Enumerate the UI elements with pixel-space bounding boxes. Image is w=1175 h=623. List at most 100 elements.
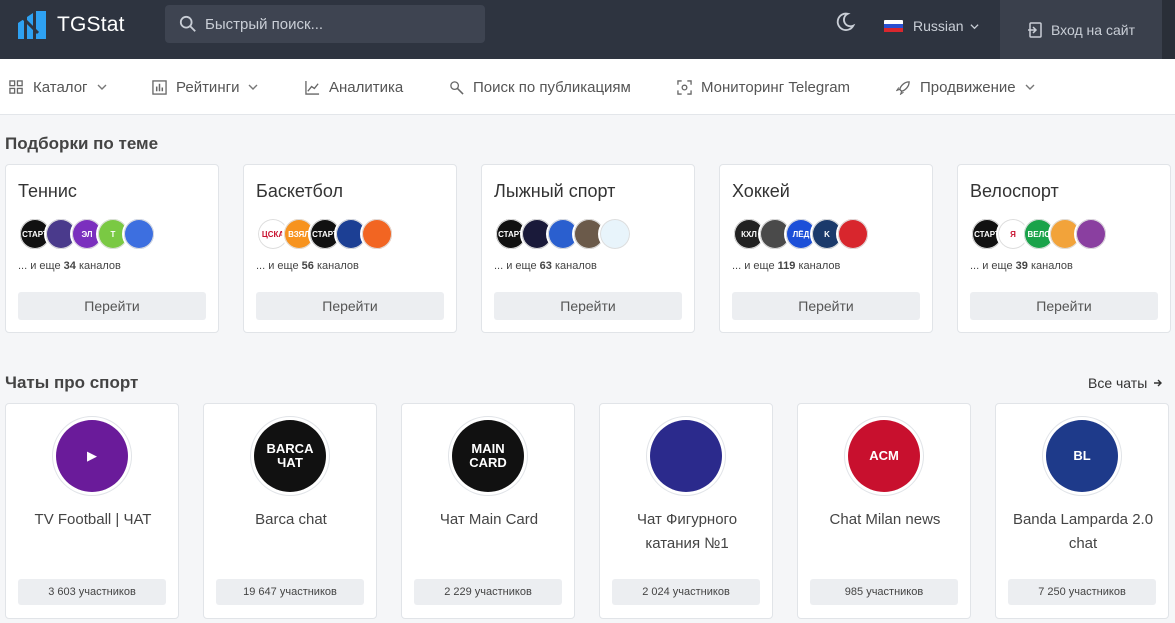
channel-avatar[interactable] — [836, 217, 870, 251]
chat-name: Чат Main Card — [439, 511, 539, 528]
topic-card: Теннис СТАРТ ЭЛ T ... и еще 34 каналов Пер… — [5, 164, 219, 333]
more-prefix: ... и еще — [494, 260, 537, 272]
chat-card[interactable]: BARCA ЧАТ Barca chat 19 647 участников — [203, 403, 377, 619]
grid-icon — [9, 79, 23, 94]
more-prefix: ... и еще — [18, 260, 61, 272]
topic-card: Велоспорт СТАРТ Я ВЕЛО ... и еще 39 канало… — [957, 164, 1171, 333]
channel-avatar[interactable] — [598, 217, 632, 251]
go-button[interactable]: Перейти — [732, 292, 920, 320]
russia-flag-icon — [884, 19, 903, 33]
nav-item-promotion[interactable]: Продвижение — [896, 59, 1035, 115]
login-button[interactable]: Вход на сайт — [1000, 0, 1162, 59]
more-suffix: каналов — [78, 260, 121, 272]
avatar-text: ЛЁД — [792, 229, 810, 239]
avatar-text: K — [824, 229, 830, 239]
chat-card[interactable]: ▶ TV Football | ЧАТ 3 603 участников — [5, 403, 179, 619]
avatar-text: ВЗЯЛ — [288, 229, 310, 239]
nav-label: Поиск по публикациям — [473, 78, 631, 96]
avatar-stack: КХЛ ЛЁД K — [732, 217, 870, 251]
chat-name: Chat Milan news — [829, 511, 941, 528]
rocket-icon — [896, 80, 910, 95]
chat-logo-text: ▶ — [87, 448, 97, 463]
more-prefix: ... и еще — [970, 260, 1013, 272]
bar-chart-icon — [152, 79, 167, 95]
chat-logo — [650, 420, 722, 492]
chat-card[interactable]: Чат Фигурного катания №1 2 024 участнико… — [599, 403, 773, 619]
chat-avatar: ACM — [844, 416, 924, 496]
go-button[interactable]: Перейти — [256, 292, 444, 320]
go-button[interactable]: Перейти — [970, 292, 1158, 320]
go-button[interactable]: Перейти — [494, 292, 682, 320]
channel-avatar[interactable] — [1074, 217, 1108, 251]
chat-avatar: ▶ — [52, 416, 132, 496]
nav-item-ratings[interactable]: Рейтинги — [152, 59, 258, 115]
more-suffix: каналов — [798, 260, 841, 272]
logo-text: TGStat — [57, 13, 125, 36]
chat-logo-text: ACM — [869, 448, 899, 463]
channel-avatar[interactable] — [122, 217, 156, 251]
nav-item-analytics[interactable]: Аналитика — [305, 59, 403, 115]
topic-card: Хоккей КХЛ ЛЁД K ... и еще 119 каналов Пер… — [719, 164, 933, 333]
arrow-right-icon — [1154, 379, 1163, 387]
chat-avatar — [646, 416, 726, 496]
more-suffix: каналов — [554, 260, 597, 272]
chat-avatar: MAIN CARD — [448, 416, 528, 496]
chat-logo-text: MAIN CARD — [469, 441, 507, 470]
search-icon — [179, 15, 196, 32]
line-chart-icon — [305, 80, 320, 95]
main-nav: Каталог Рейтинги Аналитика Поиск по публ… — [0, 59, 1175, 115]
language-select[interactable]: Russian — [884, 16, 979, 36]
channel-avatar[interactable] — [360, 217, 394, 251]
topic-title: Баскетбол — [256, 181, 343, 201]
topic-title: Лыжный спорт — [494, 181, 616, 201]
logo[interactable]: TGStat — [16, 9, 125, 41]
chat-card[interactable]: ACM Chat Milan news 985 участников — [797, 403, 971, 619]
more-suffix: каналов — [316, 260, 359, 272]
chat-avatar: BARCA ЧАТ — [250, 416, 330, 496]
search-input[interactable] — [205, 15, 475, 33]
login-label: Вход на сайт — [1051, 21, 1135, 38]
members-badge: 3 603 участников — [18, 579, 166, 605]
all-chats-label: Все чаты — [1088, 375, 1148, 391]
more-count: 39 — [1015, 260, 1028, 272]
avatar-text: КХЛ — [741, 229, 757, 239]
avatar-text: Я — [1010, 229, 1016, 239]
login-icon — [1028, 21, 1042, 38]
members-badge: 7 250 участников — [1008, 579, 1156, 605]
logo-icon — [16, 11, 46, 39]
avatar-stack: СТАРТ Я ВЕЛО — [970, 217, 1108, 251]
members-badge: 19 647 участников — [216, 579, 364, 605]
scrollbar-strip — [1162, 0, 1175, 59]
top-bar: TGStat Russian Вход на сайт — [0, 0, 1175, 59]
avatar-text: ЭЛ — [81, 229, 93, 239]
search-box[interactable] — [165, 5, 485, 43]
avatar-text: T — [110, 229, 116, 239]
avatar-text: ЦСКА — [261, 229, 285, 239]
chevron-down-icon — [1025, 84, 1035, 90]
nav-label: Каталог — [33, 78, 88, 96]
topic-title: Хоккей — [732, 181, 790, 201]
nav-item-monitoring[interactable]: Мониторинг Telegram — [677, 59, 850, 115]
chat-logo: BARCA ЧАТ — [254, 420, 326, 492]
chat-card[interactable]: BL Banda Lamparda 2.0 chat 7 250 участни… — [995, 403, 1169, 619]
chat-logo-text: BL — [1073, 448, 1091, 463]
members-badge: 2 024 участников — [612, 579, 760, 605]
nav-item-post-search[interactable]: Поиск по публикациям — [449, 59, 631, 115]
more-count: 119 — [777, 260, 796, 272]
all-chats-link[interactable]: Все чаты — [1088, 375, 1163, 391]
more-suffix: каналов — [1030, 260, 1073, 272]
chat-card[interactable]: MAIN CARD Чат Main Card 2 229 участников — [401, 403, 575, 619]
nav-item-catalog[interactable]: Каталог — [9, 59, 107, 115]
members-badge: 985 участников — [810, 579, 958, 605]
go-button[interactable]: Перейти — [18, 292, 206, 320]
more-channels-text: ... и еще 34 каналов — [18, 260, 121, 272]
chat-avatar: BL — [1042, 416, 1122, 496]
topic-card: Лыжный спорт СТАРТ ... и еще 63 каналов … — [481, 164, 695, 333]
topic-card: Баскетбол ЦСКА ВЗЯЛ СТАРТ ... и еще 56 кан… — [243, 164, 457, 333]
avatar-stack: СТАРТ ЭЛ T — [18, 217, 156, 251]
language-label: Russian — [913, 18, 964, 34]
nav-label: Аналитика — [329, 78, 404, 96]
dark-mode-icon[interactable] — [834, 11, 856, 33]
chat-name: Banda Lamparda 2.0 chat — [1012, 511, 1154, 552]
nav-label: Мониторинг Telegram — [701, 78, 851, 96]
